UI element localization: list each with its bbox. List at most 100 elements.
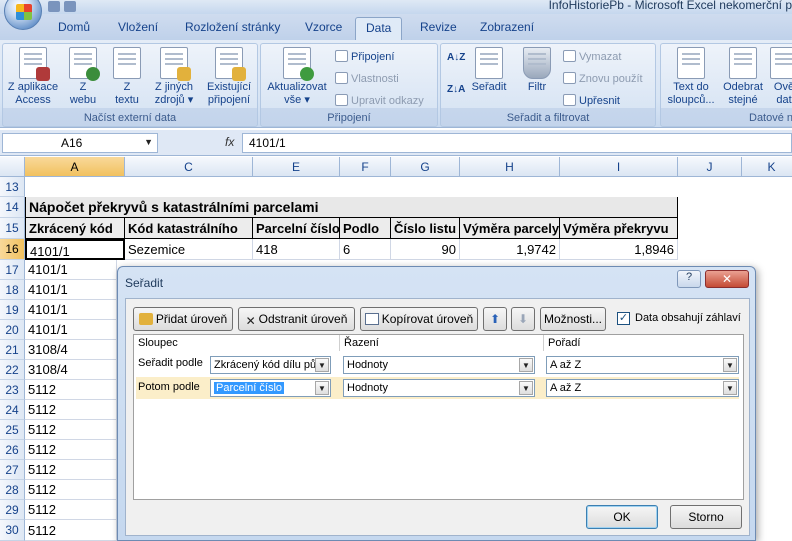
tab-page-layout[interactable]: Rozložení stránky <box>185 20 280 34</box>
row-header[interactable]: 27 <box>0 460 25 480</box>
table-cell[interactable]: 5112 <box>25 420 117 440</box>
table-cell[interactable]: 5112 <box>25 480 117 500</box>
row-header[interactable]: 21 <box>0 340 25 360</box>
has-headers-checkbox[interactable]: ✓ <box>617 312 630 325</box>
table-cell[interactable]: 5112 <box>25 440 117 460</box>
from-access-button[interactable]: Z aplikace Access <box>7 47 59 107</box>
tab-view[interactable]: Zobrazení <box>480 20 534 34</box>
column-header-a[interactable]: A <box>25 157 125 177</box>
add-level-button[interactable]: Přidat úroveň <box>133 307 233 331</box>
row-header[interactable]: 20 <box>0 320 25 340</box>
sort-za-button[interactable]: Z↓A <box>447 84 465 95</box>
column-header-i[interactable]: I <box>560 157 678 177</box>
name-box[interactable]: A16 ▼ <box>2 133 158 153</box>
table-cell[interactable]: 4101/1 <box>25 300 117 320</box>
table-cell[interactable]: 3108/4 <box>25 360 117 380</box>
header-cell[interactable]: Parcelní číslo <box>253 218 340 239</box>
move-up-button[interactable]: ⬆ <box>483 307 507 331</box>
chevron-down-icon[interactable]: ▼ <box>315 358 329 372</box>
table-cell[interactable]: 1,9742 <box>460 239 560 260</box>
copy-level-button[interactable]: Kopírovat úroveň <box>360 307 478 331</box>
row-header[interactable]: 24 <box>0 400 25 420</box>
level-sort-on-select[interactable]: Hodnoty ▼ <box>343 356 535 374</box>
chevron-down-icon[interactable]: ▼ <box>315 381 329 395</box>
active-cell-a16[interactable]: 4101/1 <box>25 239 125 260</box>
header-cell[interactable]: Výměra parcely <box>460 218 560 239</box>
table-cell[interactable]: 5112 <box>25 400 117 420</box>
select-all-corner[interactable] <box>0 157 25 177</box>
row-header[interactable]: 30 <box>0 520 25 541</box>
sheet-title-cell[interactable]: Nápočet překryvů s katastrálními parcela… <box>25 197 678 218</box>
tab-review[interactable]: Revize <box>420 20 457 34</box>
table-cell[interactable]: 4101/1 <box>25 280 117 300</box>
column-header-h[interactable]: H <box>460 157 560 177</box>
refresh-all-button[interactable]: Aktualizovat vše ▾ <box>265 47 329 107</box>
header-cell[interactable]: Výměra překryvu <box>560 218 678 239</box>
chevron-down-icon[interactable]: ▼ <box>144 137 153 147</box>
row-header[interactable]: 29 <box>0 500 25 520</box>
row-header[interactable]: 16 <box>0 239 25 260</box>
sort-button[interactable]: Seřadit <box>469 47 509 94</box>
tab-formulas[interactable]: Vzorce <box>305 20 342 34</box>
help-button[interactable]: ? <box>677 270 701 288</box>
filter-button[interactable]: Filtr <box>519 47 555 94</box>
table-cell[interactable]: Sezemice <box>125 239 253 260</box>
tab-insert[interactable]: Vložení <box>118 20 158 34</box>
fx-icon[interactable]: fx <box>225 135 234 149</box>
from-web-button[interactable]: Z webu <box>63 47 103 107</box>
column-header-j[interactable]: J <box>678 157 742 177</box>
header-cell[interactable]: Kód katastrálního <box>125 218 253 239</box>
chevron-down-icon[interactable]: ▼ <box>519 358 533 372</box>
undo-icon[interactable] <box>64 1 76 12</box>
row-header[interactable]: 26 <box>0 440 25 460</box>
level-column-select[interactable]: Zkrácený kód dílu pů ▼ <box>210 356 331 374</box>
level-order-select[interactable]: A až Z ▼ <box>546 356 739 374</box>
row-header[interactable]: 17 <box>0 260 25 280</box>
row-header[interactable]: 14 <box>0 197 25 218</box>
edit-links-button[interactable]: Upravit odkazy <box>335 94 424 107</box>
level-sort-on-select[interactable]: Hodnoty ▼ <box>343 379 535 397</box>
from-text-button[interactable]: Z textu <box>107 47 147 107</box>
options-button[interactable]: Možnosti... <box>540 307 606 331</box>
header-cell[interactable]: Zkrácený kód <box>25 218 125 239</box>
row-header[interactable]: 19 <box>0 300 25 320</box>
table-cell[interactable]: 6 <box>340 239 391 260</box>
tab-data[interactable]: Data <box>355 17 403 41</box>
chevron-down-icon[interactable]: ▼ <box>519 381 533 395</box>
table-cell[interactable]: 5112 <box>25 520 117 541</box>
properties-button[interactable]: Vlastnosti <box>335 72 399 85</box>
reapply-button[interactable]: Znovu použít <box>563 72 643 85</box>
table-cell[interactable]: 3108/4 <box>25 340 117 360</box>
row-header[interactable]: 25 <box>0 420 25 440</box>
table-cell[interactable]: 1,8946 <box>560 239 678 260</box>
text-to-columns-button[interactable]: Text do sloupců... <box>665 47 717 107</box>
from-other-sources-button[interactable]: Z jiných zdrojů ▾ <box>149 47 199 107</box>
existing-connections-button[interactable]: Existující připojení <box>203 47 255 107</box>
table-cell[interactable]: 4101/1 <box>25 260 117 280</box>
row-header[interactable]: 28 <box>0 480 25 500</box>
table-cell[interactable]: 5112 <box>25 380 117 400</box>
level-order-select[interactable]: A až Z ▼ <box>546 379 739 397</box>
column-header-k[interactable]: K <box>742 157 792 177</box>
column-header-e[interactable]: E <box>253 157 340 177</box>
row-header[interactable]: 18 <box>0 280 25 300</box>
data-validation-button[interactable]: Ově dat <box>769 47 792 107</box>
sort-az-button[interactable]: A↓Z <box>447 52 465 63</box>
table-cell[interactable]: 90 <box>391 239 460 260</box>
tab-home[interactable]: Domů <box>58 20 90 34</box>
header-cell[interactable]: Podlo <box>340 218 391 239</box>
connections-button[interactable]: Připojení <box>335 50 394 63</box>
table-cell[interactable]: 4101/1 <box>25 320 117 340</box>
table-cell[interactable]: 5112 <box>25 460 117 480</box>
advanced-filter-button[interactable]: Upřesnit <box>563 94 620 107</box>
chevron-down-icon[interactable]: ▼ <box>723 358 737 372</box>
table-cell[interactable]: 5112 <box>25 500 117 520</box>
formula-input[interactable]: 4101/1 <box>242 133 792 153</box>
level-column-select[interactable]: Parcelní číslo ▼ <box>210 379 331 397</box>
column-header-f[interactable]: F <box>340 157 391 177</box>
close-button[interactable]: ✕ <box>705 270 749 288</box>
table-cell[interactable]: 418 <box>253 239 340 260</box>
move-down-button[interactable]: ⬇ <box>511 307 535 331</box>
header-cell[interactable]: Číslo listu <box>391 218 460 239</box>
delete-level-button[interactable]: ✕ Odstranit úroveň <box>238 307 355 331</box>
